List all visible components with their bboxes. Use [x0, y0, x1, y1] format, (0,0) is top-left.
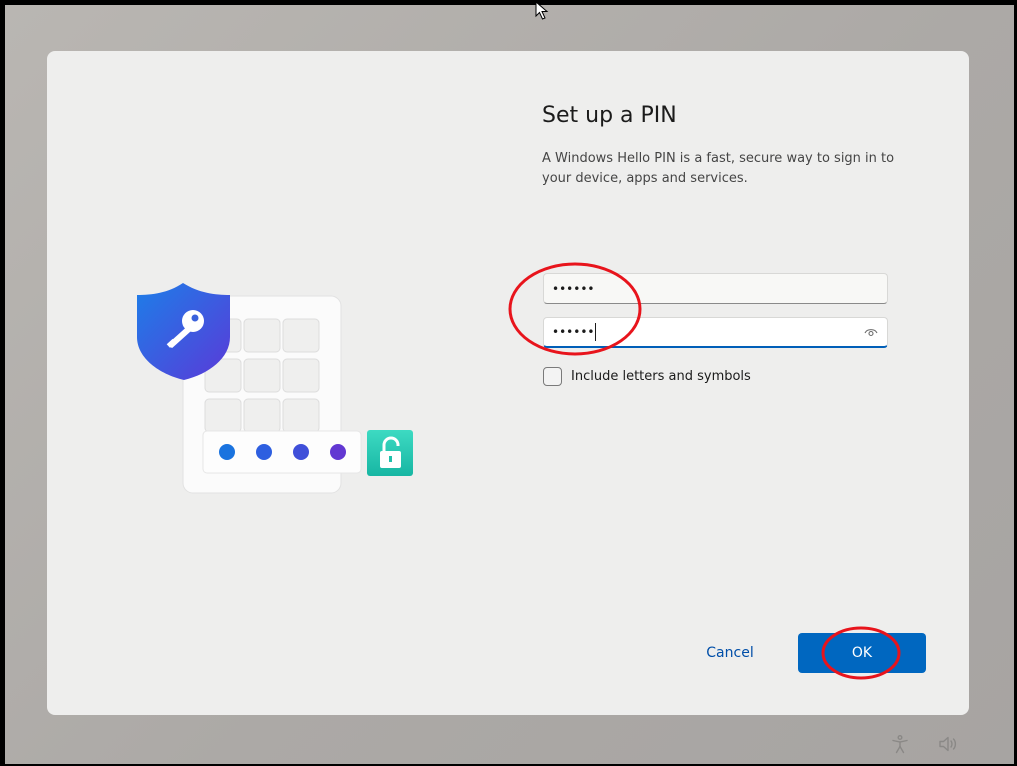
confirm-pin-input[interactable]: ••••••	[543, 317, 888, 348]
include-letters-label: Include letters and symbols	[571, 369, 751, 384]
pin-dot	[256, 444, 272, 460]
page-title: Set up a PIN	[542, 103, 677, 128]
pin-setup-dialog: Set up a PIN A Windows Hello PIN is a fa…	[47, 51, 969, 715]
text-caret	[595, 323, 597, 341]
accessibility-icon[interactable]	[890, 734, 910, 754]
confirm-pin-value: ••••••	[552, 325, 595, 339]
eye-icon[interactable]	[864, 326, 878, 338]
pin-value: ••••••	[552, 281, 595, 296]
pin-dot	[330, 444, 346, 460]
cancel-button[interactable]: Cancel	[687, 633, 773, 673]
include-letters-checkbox[interactable]	[543, 367, 562, 386]
pin-dot	[293, 444, 309, 460]
volume-icon[interactable]	[938, 734, 958, 754]
ok-button[interactable]: OK	[798, 633, 926, 673]
include-letters-option[interactable]: Include letters and symbols	[543, 367, 751, 386]
page-description: A Windows Hello PIN is a fast, secure wa…	[542, 151, 895, 186]
pin-input[interactable]: ••••••	[543, 273, 888, 304]
pin-dot	[219, 444, 235, 460]
mouse-pointer-icon	[535, 1, 549, 20]
pin-illustration	[137, 283, 413, 494]
